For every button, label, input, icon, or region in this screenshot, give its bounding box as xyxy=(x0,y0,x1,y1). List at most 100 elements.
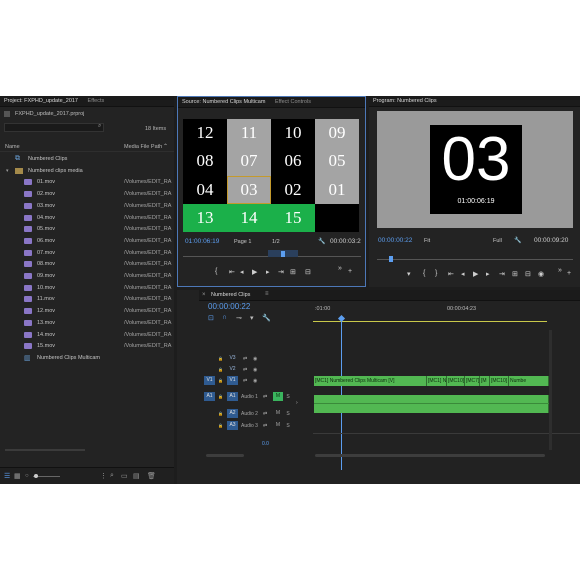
multicam-grid[interactable]: 12 11 10 09 08 07 06 05 04 03 02 01 13 14 15 xyxy=(183,119,359,232)
source-patch[interactable]: A1 xyxy=(204,392,215,401)
list-item[interactable]: ▾ Numbered clips media xyxy=(0,165,174,177)
linked-selection-icon[interactable]: ⊸ xyxy=(236,314,242,322)
mute-button[interactable]: M xyxy=(273,392,283,401)
sync-lock-icon[interactable]: ⇄ xyxy=(243,367,253,373)
eye-icon[interactable]: ◉ xyxy=(253,367,263,373)
lock-icon[interactable]: 🔒 xyxy=(218,356,227,361)
source-playhead[interactable] xyxy=(281,251,285,257)
tab-program[interactable]: Program: Numbered Clips xyxy=(369,96,441,106)
source-timecode[interactable]: 01:00:06:19 xyxy=(185,238,219,245)
nest-icon[interactable]: ⊡ xyxy=(208,314,214,322)
go-to-in-icon[interactable]: ⇤ xyxy=(229,268,235,276)
eye-icon[interactable]: ◉ xyxy=(253,378,263,384)
extract-icon[interactable]: ⊟ xyxy=(525,270,531,278)
source-patch[interactable]: V1 xyxy=(204,376,215,385)
work-area-bar[interactable] xyxy=(313,321,547,322)
video-clip[interactable]: [M xyxy=(480,376,490,386)
audio-clip-a1[interactable] xyxy=(314,395,549,413)
sort-up-icon[interactable]: ⌃ xyxy=(163,143,168,150)
camera-angle-cell[interactable]: 04 xyxy=(183,176,227,204)
program-playhead[interactable] xyxy=(389,256,393,262)
step-back-icon[interactable]: ◂ xyxy=(240,268,244,276)
prog-mark-out-icon[interactable]: } xyxy=(435,270,437,277)
mute-button[interactable]: M xyxy=(273,409,283,418)
camera-angle-cell[interactable]: 05 xyxy=(315,147,359,176)
camera-angle-cell[interactable]: 13 xyxy=(183,203,227,232)
col-path-header[interactable]: Media File Path xyxy=(124,144,162,150)
track-height-scroll[interactable] xyxy=(206,454,244,457)
tab-menu-icon[interactable]: ≡ xyxy=(265,291,269,297)
wrench-icon[interactable]: 🔧 xyxy=(318,238,325,245)
play-icon[interactable]: ▶ xyxy=(252,268,257,276)
program-viewer[interactable]: 03 01:00:06:19 xyxy=(377,111,573,228)
track-target[interactable]: V3 xyxy=(227,354,238,363)
snap-icon[interactable]: ∩ xyxy=(222,314,227,321)
timeline-timecode[interactable]: 00:00:00:22 xyxy=(208,302,250,311)
list-item[interactable]: 08.mov/Volumes/EDIT_RA xyxy=(0,258,174,270)
list-item[interactable]: 07.mov/Volumes/EDIT_RA xyxy=(0,247,174,259)
track-header-a2[interactable]: 🔒 A2 Audio 2 ⇄ M S xyxy=(204,408,310,419)
timeline-scrollbar[interactable] xyxy=(315,454,545,457)
prog-more-icon[interactable]: » xyxy=(558,267,562,274)
col-name-header[interactable]: Name xyxy=(5,144,20,150)
add-button-icon[interactable]: + xyxy=(348,268,352,275)
program-timecode[interactable]: 00:00:00:22 xyxy=(378,237,412,244)
track-header-a3[interactable]: 🔒 A3 Audio 3 ⇄ M S xyxy=(204,420,310,431)
trash-icon[interactable]: 🗑 xyxy=(147,472,156,480)
project-scrollbar[interactable] xyxy=(5,449,85,451)
camera-angle-cell[interactable]: 03 xyxy=(227,175,271,204)
export-frame-icon[interactable]: ◉ xyxy=(538,270,544,278)
automate-icon[interactable]: ⋮ xyxy=(100,472,107,480)
prog-step-forward-icon[interactable]: ▸ xyxy=(486,270,490,278)
icon-view-icon[interactable]: ▦ xyxy=(14,472,21,480)
disclosure-icon[interactable]: ▾ xyxy=(6,168,9,174)
video-clip[interactable]: [MC10] xyxy=(490,376,509,386)
timeline-wrench-icon[interactable]: 🔧 xyxy=(262,314,271,322)
camera-angle-cell[interactable]: 11 xyxy=(227,119,271,148)
timeline-vertical-scrollbar[interactable] xyxy=(549,330,552,450)
track-target[interactable]: A2 xyxy=(227,409,238,418)
lock-icon[interactable]: 🔒 xyxy=(218,367,227,372)
camera-angle-cell[interactable]: 08 xyxy=(183,147,227,175)
prog-step-back-icon[interactable]: ◂ xyxy=(461,270,465,278)
video-clip[interactable]: [MC10] xyxy=(447,376,465,386)
solo-button[interactable]: S xyxy=(283,394,293,400)
prog-mark-in-icon[interactable]: { xyxy=(423,270,425,277)
camera-angle-cell[interactable]: 07 xyxy=(227,147,271,176)
new-bin-icon[interactable]: ▭ xyxy=(121,472,128,480)
video-clip[interactable]: [MC1] Numb xyxy=(427,376,447,386)
page-fraction[interactable]: 1/2 xyxy=(272,239,280,245)
zoom-out-icon[interactable]: ○ xyxy=(25,473,29,479)
more-controls-icon[interactable]: » xyxy=(338,265,342,272)
lock-icon[interactable]: 🔒 xyxy=(218,378,227,383)
solo-button[interactable]: S xyxy=(283,423,293,429)
search-input[interactable] xyxy=(4,123,104,132)
zoom-slider-handle[interactable] xyxy=(34,474,38,478)
list-item[interactable]: 11.mov/Volumes/EDIT_RA xyxy=(0,293,174,305)
sync-lock-icon[interactable]: ⇄ xyxy=(263,411,273,417)
track-target[interactable]: A1 xyxy=(227,392,238,401)
list-view-icon[interactable]: ☰ xyxy=(4,472,10,480)
source-patch[interactable] xyxy=(204,409,215,418)
lock-icon[interactable]: 🔒 xyxy=(218,423,227,428)
camera-angle-cell[interactable]: 14 xyxy=(227,203,271,232)
video-clip[interactable]: Numbe xyxy=(509,376,549,386)
search-icon[interactable]: ⌕ xyxy=(98,123,101,130)
resolution-dropdown[interactable]: Full xyxy=(493,238,502,244)
eye-icon[interactable]: ◉ xyxy=(253,356,263,362)
track-target[interactable]: V1 xyxy=(227,376,238,385)
camera-angle-cell[interactable] xyxy=(315,204,359,232)
sync-lock-icon[interactable]: ⇄ xyxy=(263,423,273,429)
solo-button[interactable]: S xyxy=(283,411,293,417)
list-item[interactable]: ▥ Numbered Clips Multicam xyxy=(0,352,174,364)
camera-angle-cell[interactable]: 10 xyxy=(271,119,315,147)
overwrite-icon[interactable]: ⊟ xyxy=(305,268,311,276)
sync-lock-icon[interactable]: ⇄ xyxy=(243,356,253,362)
source-patch[interactable] xyxy=(204,365,215,374)
fit-dropdown[interactable]: Fit xyxy=(424,238,430,244)
list-item[interactable]: 12.mov/Volumes/EDIT_RA xyxy=(0,305,174,317)
camera-angle-cell[interactable]: 02 xyxy=(271,176,315,204)
track-header-v3[interactable]: 🔒 V3 ⇄ ◉ xyxy=(204,353,310,364)
tab-effects[interactable]: Effects xyxy=(84,96,109,106)
new-item-icon[interactable]: ▤ xyxy=(133,472,140,480)
